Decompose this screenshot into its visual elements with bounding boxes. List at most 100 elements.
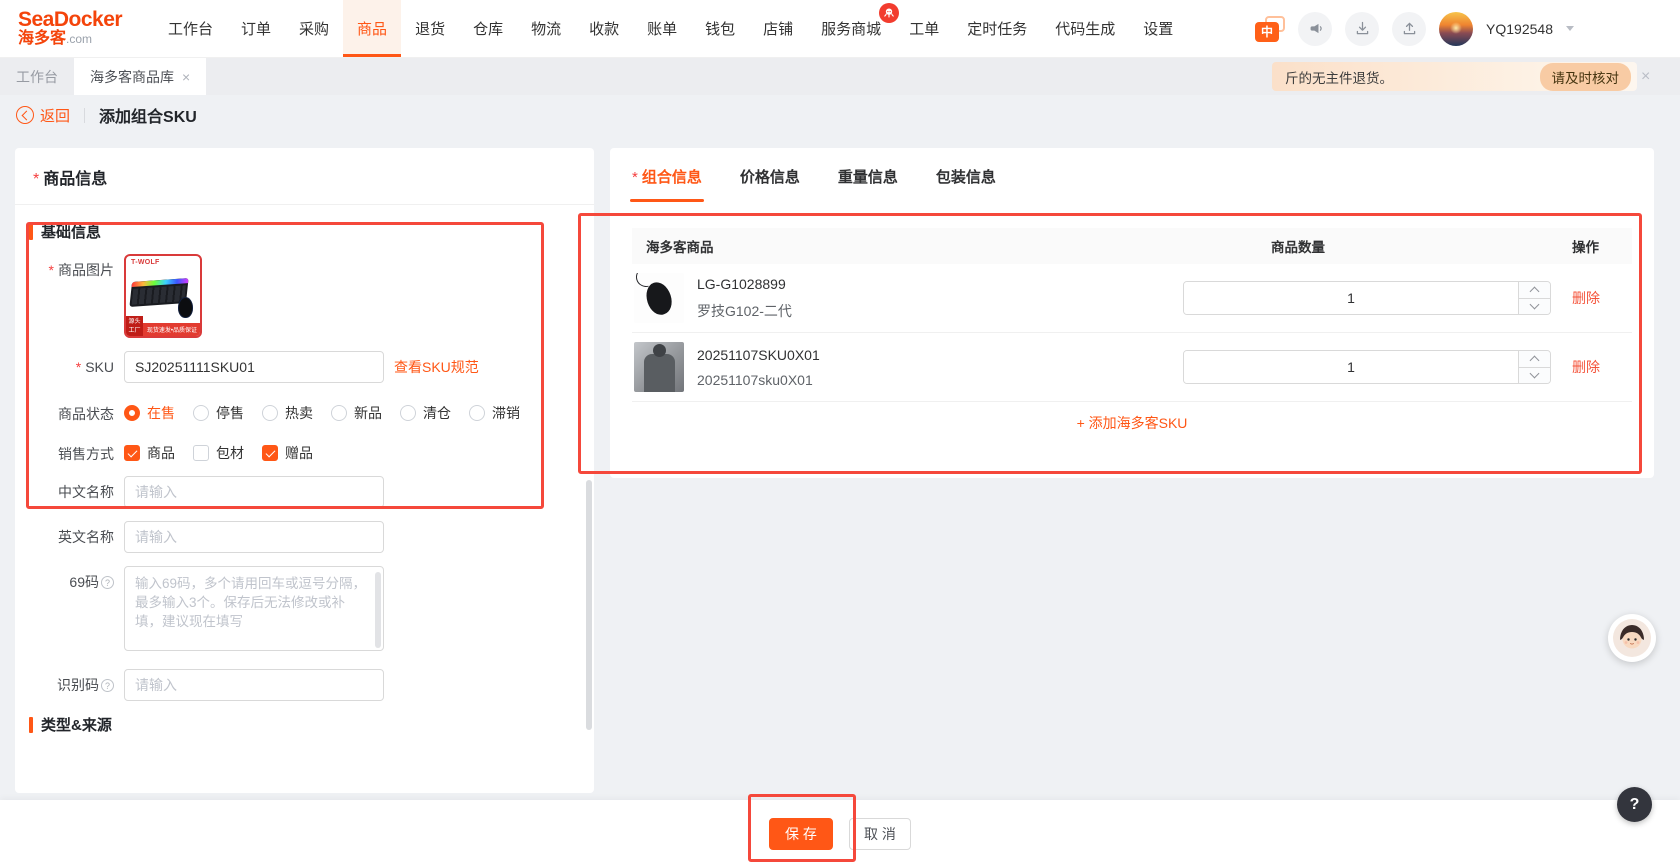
notification-text: 斤的无主件退货。 (1285, 67, 1540, 87)
radio-icon (331, 405, 347, 421)
table-row: 20251107SKU0X01 20251107sku0X01 (632, 333, 1632, 402)
cn-name-label: 中文名称 (58, 484, 114, 500)
increment-button[interactable] (1519, 282, 1550, 299)
delete-link[interactable]: 删除 (1572, 290, 1600, 306)
textarea-scrollbar[interactable] (375, 572, 381, 648)
nav-item[interactable]: 退货 (401, 0, 459, 57)
required-asterisk: * (632, 169, 638, 186)
required-asterisk: * (76, 359, 81, 375)
combo-sku-table: 海多客商品 商品数量 操作 LG-G1028899 罗技G102-二代 (632, 228, 1632, 444)
nav-item[interactable]: 商品 (343, 0, 401, 57)
checkbox-icon (262, 445, 278, 461)
nav-item[interactable]: 服务商城 (807, 0, 895, 57)
announcement-button[interactable] (1298, 12, 1332, 46)
back-arrow-icon (16, 106, 34, 124)
combo-tab[interactable]: *包装信息 (934, 148, 998, 202)
help-icon[interactable]: ? (101, 679, 114, 692)
assistant-mascot-button[interactable] (1608, 614, 1656, 662)
quantity-stepper (1183, 281, 1551, 315)
section-bar (29, 717, 33, 733)
language-switch-button[interactable]: 中 (1255, 16, 1285, 42)
decrement-button[interactable] (1519, 299, 1550, 315)
nav-item[interactable]: 采购 (285, 0, 343, 57)
brand-name: SeaDocker (18, 9, 136, 31)
chevron-down-icon (1530, 369, 1540, 379)
product-info-title: 商品信息 (43, 171, 107, 188)
notification-close-icon[interactable]: × (1641, 62, 1650, 91)
sku-input[interactable] (124, 351, 384, 383)
chevron-up-icon (1530, 286, 1540, 296)
add-sku-link[interactable]: + 添加海多客SKU (1077, 413, 1188, 433)
userbar: 中 YQ192548 (1255, 12, 1574, 46)
radio-icon (193, 405, 209, 421)
cn-name-input[interactable] (124, 476, 384, 508)
sale-mode-checkbox-option[interactable]: 赠品 (262, 443, 313, 463)
decrement-button[interactable] (1519, 368, 1550, 384)
status-radio-option[interactable]: 滞销 (469, 403, 520, 423)
footer-bar: 保 存 取 消 (0, 800, 1680, 867)
quantity-input[interactable] (1184, 282, 1518, 314)
chevron-up-icon (1530, 355, 1540, 365)
combo-tab[interactable]: *组合信息 (630, 148, 704, 202)
back-button[interactable]: 返回 (16, 105, 70, 126)
combo-tab[interactable]: *价格信息 (738, 148, 802, 202)
nav-item[interactable]: 工作台 (154, 0, 227, 57)
help-button[interactable]: ? (1617, 787, 1652, 822)
status-field-label: 商品状态 (58, 406, 114, 422)
cancel-button[interactable]: 取 消 (849, 818, 911, 850)
chevron-down-icon (1530, 300, 1540, 310)
product-thumbnail (634, 342, 684, 392)
username[interactable]: YQ192548 (1486, 21, 1553, 37)
main-nav: 工作台 订单 采购 商品 退货 (154, 0, 1187, 57)
sale-mode-checkbox-option[interactable]: 商品 (124, 443, 175, 463)
brand-logo[interactable]: SeaDocker 海多客.com (18, 9, 136, 48)
save-button[interactable]: 保 存 (769, 818, 833, 850)
status-radio-option[interactable]: 清仓 (400, 403, 451, 423)
help-icon[interactable]: ? (101, 576, 114, 589)
row-name: 罗技G102-二代 (697, 301, 792, 321)
nav-item[interactable]: 钱包 (691, 0, 749, 57)
code69-textarea[interactable] (124, 566, 384, 651)
nav-item[interactable]: 工单 (895, 0, 953, 57)
delete-link[interactable]: 删除 (1572, 359, 1600, 375)
nav-item[interactable]: 物流 (517, 0, 575, 57)
en-name-label: 英文名称 (58, 529, 114, 545)
nav-item[interactable]: 店铺 (749, 0, 807, 57)
nav-item[interactable]: 账单 (633, 0, 691, 57)
status-radio-option[interactable]: 停售 (193, 403, 244, 423)
export-button[interactable] (1392, 12, 1426, 46)
status-radio-option[interactable]: 新品 (331, 403, 382, 423)
col-header-quantity: 商品数量 (1160, 236, 1560, 256)
chevron-down-icon[interactable] (1566, 26, 1574, 31)
combo-tab[interactable]: *重量信息 (836, 148, 900, 202)
quantity-input[interactable] (1184, 351, 1518, 383)
en-name-input[interactable] (124, 521, 384, 553)
quantity-stepper (1183, 350, 1551, 384)
user-avatar[interactable] (1439, 12, 1473, 46)
workspace-tab[interactable]: 工作台 × (0, 58, 74, 95)
notification-action-button[interactable]: 请及时核对 (1540, 63, 1632, 91)
nav-item[interactable]: 仓库 (459, 0, 517, 57)
language-zh-icon: 中 (1255, 22, 1279, 42)
radio-icon (262, 405, 278, 421)
status-radio-option[interactable]: 在售 (124, 403, 175, 423)
nav-item[interactable]: 定时任务 (953, 0, 1041, 57)
image-field-label: 商品图片 (58, 262, 114, 278)
nav-item[interactable]: 订单 (227, 0, 285, 57)
upload-icon (1401, 20, 1418, 37)
download-icon (1354, 20, 1371, 37)
required-asterisk: * (33, 171, 39, 188)
workspace-tab[interactable]: 海多客商品库 × (74, 58, 206, 95)
card-scrollbar[interactable] (586, 480, 592, 730)
status-radio-option[interactable]: 热卖 (262, 403, 313, 423)
import-button[interactable] (1345, 12, 1379, 46)
sale-mode-checkbox-option[interactable]: 包材 (193, 443, 244, 463)
product-image-thumbnail[interactable]: T-WOLF 源头工厂 现货速发•品质保证 (124, 254, 202, 338)
nav-item[interactable]: 设置 (1129, 0, 1187, 57)
sku-spec-link[interactable]: 查看SKU规范 (394, 357, 479, 377)
nav-item[interactable]: 收款 (575, 0, 633, 57)
close-icon[interactable]: × (182, 69, 190, 85)
increment-button[interactable] (1519, 351, 1550, 368)
id-code-input[interactable] (124, 669, 384, 701)
nav-item[interactable]: 代码生成 (1041, 0, 1129, 57)
